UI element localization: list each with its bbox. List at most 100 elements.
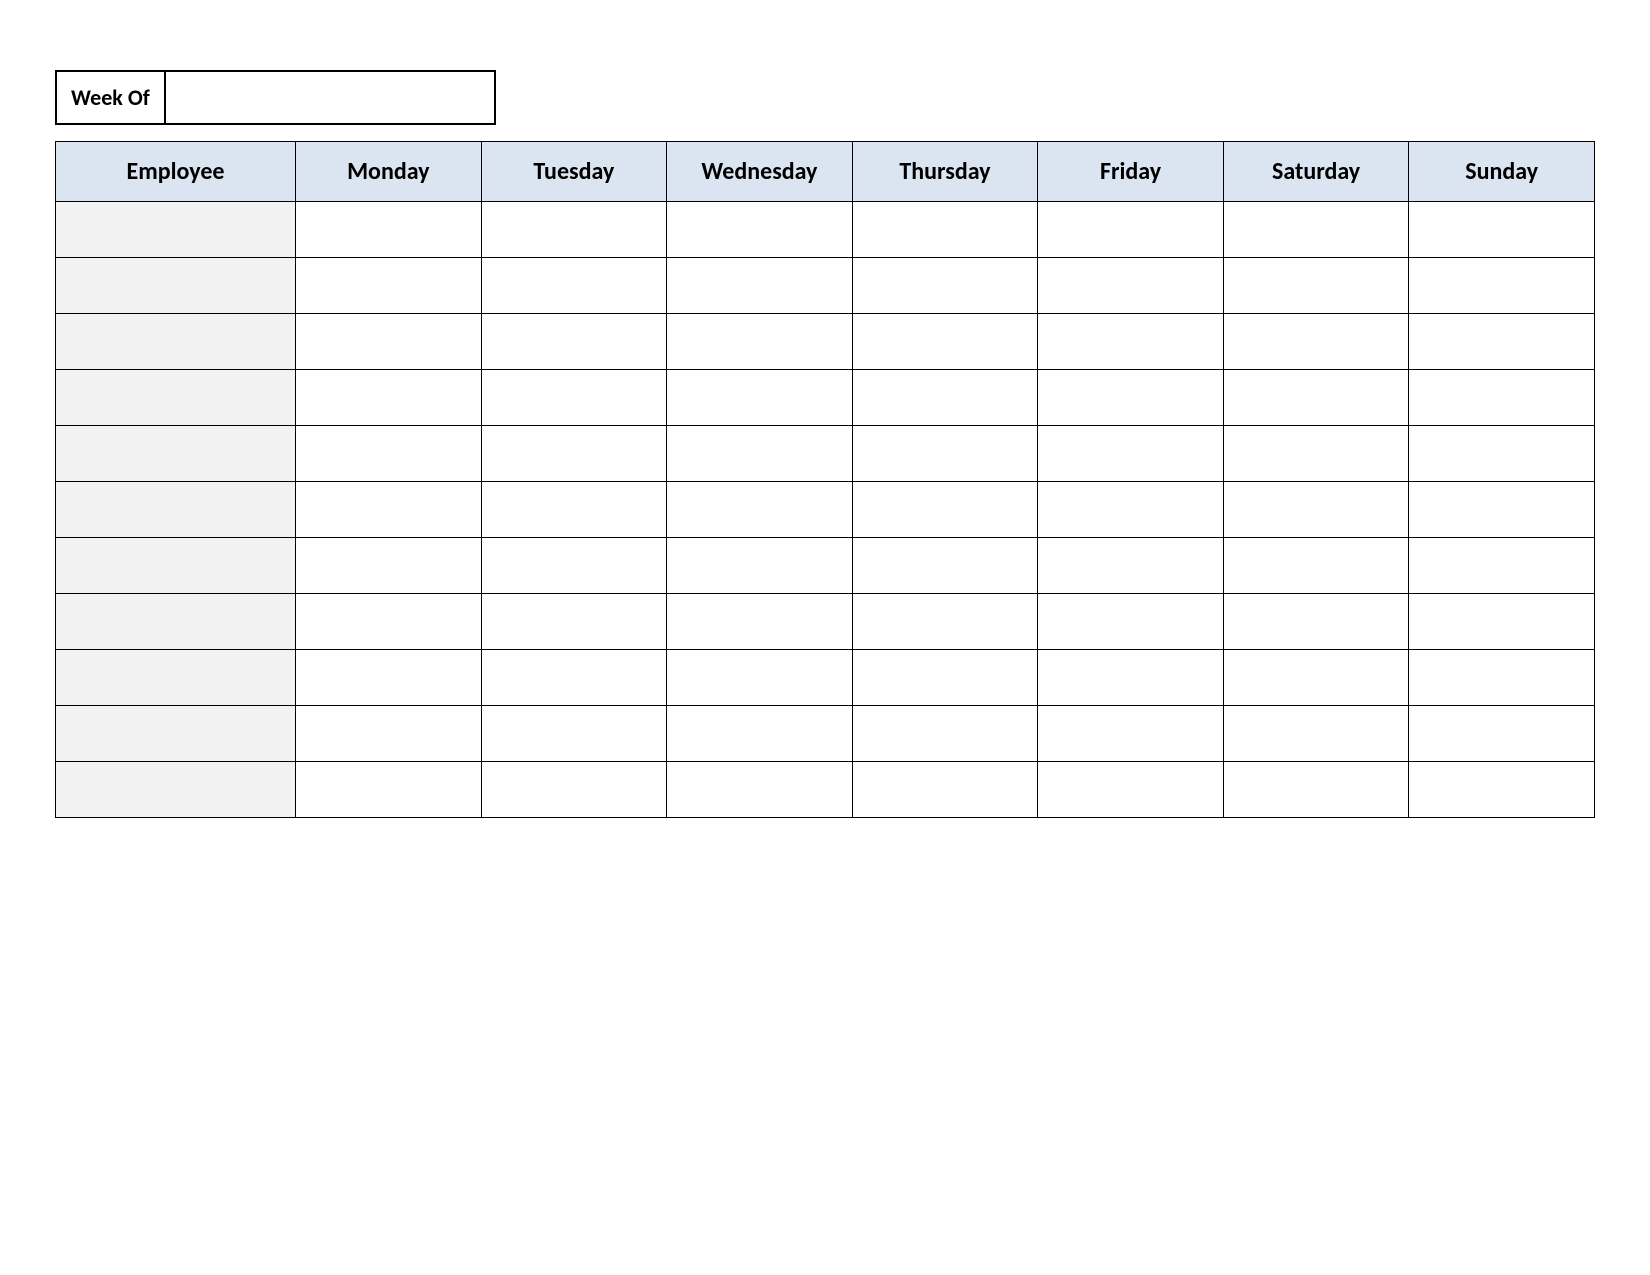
day-cell[interactable] bbox=[1038, 594, 1224, 650]
header-monday: Monday bbox=[296, 142, 482, 202]
day-cell[interactable] bbox=[296, 538, 482, 594]
day-cell[interactable] bbox=[852, 426, 1038, 482]
day-cell[interactable] bbox=[667, 482, 853, 538]
day-cell[interactable] bbox=[481, 706, 667, 762]
day-cell[interactable] bbox=[481, 426, 667, 482]
day-cell[interactable] bbox=[296, 762, 482, 818]
day-cell[interactable] bbox=[667, 426, 853, 482]
day-cell[interactable] bbox=[1409, 594, 1595, 650]
week-of-value[interactable] bbox=[166, 70, 496, 125]
day-cell[interactable] bbox=[1223, 762, 1409, 818]
employee-cell[interactable] bbox=[56, 258, 296, 314]
day-cell[interactable] bbox=[296, 594, 482, 650]
day-cell[interactable] bbox=[852, 202, 1038, 258]
day-cell[interactable] bbox=[296, 706, 482, 762]
day-cell[interactable] bbox=[296, 426, 482, 482]
day-cell[interactable] bbox=[852, 538, 1038, 594]
day-cell[interactable] bbox=[852, 706, 1038, 762]
day-cell[interactable] bbox=[1409, 258, 1595, 314]
day-cell[interactable] bbox=[296, 650, 482, 706]
day-cell[interactable] bbox=[667, 706, 853, 762]
employee-cell[interactable] bbox=[56, 650, 296, 706]
day-cell[interactable] bbox=[667, 314, 853, 370]
employee-cell[interactable] bbox=[56, 314, 296, 370]
day-cell[interactable] bbox=[296, 202, 482, 258]
day-cell[interactable] bbox=[481, 202, 667, 258]
employee-cell[interactable] bbox=[56, 538, 296, 594]
day-cell[interactable] bbox=[667, 202, 853, 258]
table-row bbox=[56, 370, 1595, 426]
day-cell[interactable] bbox=[1223, 370, 1409, 426]
day-cell[interactable] bbox=[1038, 482, 1224, 538]
day-cell[interactable] bbox=[1223, 202, 1409, 258]
day-cell[interactable] bbox=[1038, 650, 1224, 706]
day-cell[interactable] bbox=[852, 650, 1038, 706]
day-cell[interactable] bbox=[1223, 538, 1409, 594]
day-cell[interactable] bbox=[1038, 314, 1224, 370]
day-cell[interactable] bbox=[1223, 314, 1409, 370]
header-sunday: Sunday bbox=[1409, 142, 1595, 202]
day-cell[interactable] bbox=[852, 370, 1038, 426]
day-cell[interactable] bbox=[481, 370, 667, 426]
day-cell[interactable] bbox=[1409, 706, 1595, 762]
header-saturday: Saturday bbox=[1223, 142, 1409, 202]
day-cell[interactable] bbox=[1409, 482, 1595, 538]
day-cell[interactable] bbox=[852, 482, 1038, 538]
day-cell[interactable] bbox=[667, 538, 853, 594]
day-cell[interactable] bbox=[1223, 706, 1409, 762]
day-cell[interactable] bbox=[667, 594, 853, 650]
day-cell[interactable] bbox=[1223, 482, 1409, 538]
day-cell[interactable] bbox=[296, 314, 482, 370]
day-cell[interactable] bbox=[1409, 426, 1595, 482]
employee-cell[interactable] bbox=[56, 202, 296, 258]
day-cell[interactable] bbox=[296, 482, 482, 538]
day-cell[interactable] bbox=[852, 314, 1038, 370]
day-cell[interactable] bbox=[1038, 426, 1224, 482]
day-cell[interactable] bbox=[1038, 762, 1224, 818]
day-cell[interactable] bbox=[1038, 370, 1224, 426]
employee-cell[interactable] bbox=[56, 426, 296, 482]
day-cell[interactable] bbox=[1038, 706, 1224, 762]
header-wednesday: Wednesday bbox=[667, 142, 853, 202]
week-of-field: Week Of bbox=[55, 70, 1595, 125]
day-cell[interactable] bbox=[1409, 538, 1595, 594]
table-row bbox=[56, 482, 1595, 538]
day-cell[interactable] bbox=[481, 594, 667, 650]
day-cell[interactable] bbox=[667, 258, 853, 314]
employee-cell[interactable] bbox=[56, 706, 296, 762]
day-cell[interactable] bbox=[1223, 594, 1409, 650]
day-cell[interactable] bbox=[667, 370, 853, 426]
day-cell[interactable] bbox=[481, 538, 667, 594]
day-cell[interactable] bbox=[1409, 314, 1595, 370]
day-cell[interactable] bbox=[296, 370, 482, 426]
day-cell[interactable] bbox=[481, 482, 667, 538]
day-cell[interactable] bbox=[1223, 426, 1409, 482]
table-row bbox=[56, 426, 1595, 482]
day-cell[interactable] bbox=[667, 650, 853, 706]
day-cell[interactable] bbox=[1038, 258, 1224, 314]
day-cell[interactable] bbox=[1223, 258, 1409, 314]
schedule-body bbox=[56, 202, 1595, 818]
employee-cell[interactable] bbox=[56, 762, 296, 818]
day-cell[interactable] bbox=[481, 762, 667, 818]
table-row bbox=[56, 594, 1595, 650]
day-cell[interactable] bbox=[852, 258, 1038, 314]
day-cell[interactable] bbox=[1038, 538, 1224, 594]
day-cell[interactable] bbox=[1409, 762, 1595, 818]
day-cell[interactable] bbox=[481, 258, 667, 314]
day-cell[interactable] bbox=[1038, 202, 1224, 258]
employee-cell[interactable] bbox=[56, 370, 296, 426]
day-cell[interactable] bbox=[667, 762, 853, 818]
employee-cell[interactable] bbox=[56, 594, 296, 650]
table-row bbox=[56, 538, 1595, 594]
day-cell[interactable] bbox=[1409, 650, 1595, 706]
day-cell[interactable] bbox=[481, 650, 667, 706]
day-cell[interactable] bbox=[1409, 202, 1595, 258]
day-cell[interactable] bbox=[852, 762, 1038, 818]
day-cell[interactable] bbox=[1409, 370, 1595, 426]
day-cell[interactable] bbox=[852, 594, 1038, 650]
day-cell[interactable] bbox=[296, 258, 482, 314]
day-cell[interactable] bbox=[1223, 650, 1409, 706]
employee-cell[interactable] bbox=[56, 482, 296, 538]
day-cell[interactable] bbox=[481, 314, 667, 370]
